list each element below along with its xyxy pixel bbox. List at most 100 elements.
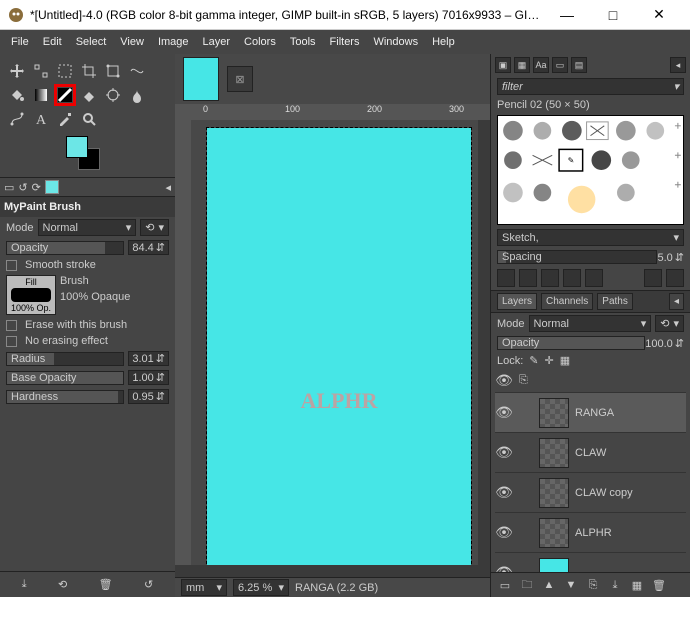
- zoom-dropdown[interactable]: 6.25 %: [233, 579, 289, 596]
- link-icon[interactable]: ⎘: [519, 374, 528, 387]
- visibility-icon[interactable]: 👁: [495, 564, 513, 572]
- layer-mode-reset[interactable]: ⟲: [655, 315, 684, 332]
- layer-name[interactable]: CLAW copy: [575, 487, 633, 499]
- spacing-value[interactable]: 5.0: [657, 251, 684, 264]
- brush-menu-icon[interactable]: [666, 269, 684, 287]
- raise-layer-icon[interactable]: ▲: [541, 577, 557, 593]
- layer-name[interactable]: ALPHR: [575, 527, 612, 539]
- tool-crop[interactable]: [78, 60, 100, 82]
- brush-filter-dropdown[interactable]: filter: [497, 78, 684, 95]
- visibility-icon[interactable]: 👁: [495, 524, 513, 541]
- reset-preset-icon[interactable]: ↺: [144, 578, 153, 591]
- undo-history-icon[interactable]: ↺: [18, 181, 27, 194]
- layer-name[interactable]: RANGA: [575, 407, 614, 419]
- menu-file[interactable]: File: [4, 36, 36, 48]
- mask-layer-icon[interactable]: ▦: [629, 577, 645, 593]
- layer-row[interactable]: 👁 ALPHR: [495, 513, 686, 553]
- del-brush-icon[interactable]: [563, 269, 581, 287]
- layer-row[interactable]: 👁 CLAW copy: [495, 473, 686, 513]
- menu-layer[interactable]: Layer: [196, 36, 238, 48]
- fonts-tab-icon[interactable]: Aa: [533, 57, 549, 73]
- patterns-tab-icon[interactable]: ▦: [514, 57, 530, 73]
- refresh-brush-icon[interactable]: [585, 269, 603, 287]
- menu-help[interactable]: Help: [425, 36, 462, 48]
- visibility-icon[interactable]: 👁: [495, 484, 513, 501]
- dup-brush-icon[interactable]: [541, 269, 559, 287]
- canvas-area[interactable]: ALPHR: [191, 120, 478, 565]
- layer-row[interactable]: 👁 RANGA: [495, 393, 686, 433]
- smooth-stroke-checkbox[interactable]: [6, 260, 17, 271]
- history-icon[interactable]: ⟳: [32, 181, 41, 194]
- new-group-icon[interactable]: 🗀: [519, 577, 535, 593]
- lock-pixels-icon[interactable]: ✎: [529, 354, 538, 367]
- doc-tab-icon[interactable]: ▤: [571, 57, 587, 73]
- tool-mypaint-brush[interactable]: [54, 84, 76, 106]
- tool-clone[interactable]: [102, 84, 124, 106]
- layer-name[interactable]: CLAW: [575, 447, 606, 459]
- save-preset-icon[interactable]: ⤓: [22, 578, 27, 591]
- lock-position-icon[interactable]: ✛: [545, 354, 554, 367]
- brush-grid[interactable]: ✎: [497, 115, 684, 225]
- tab-paths[interactable]: Paths: [597, 293, 633, 310]
- close-button[interactable]: ✕: [636, 0, 682, 30]
- menu-colors[interactable]: Colors: [237, 36, 283, 48]
- layer-row[interactable]: 👁 CLAW: [495, 433, 686, 473]
- opacity-slider[interactable]: Opacity: [6, 241, 124, 255]
- erase-checkbox[interactable]: [6, 320, 17, 331]
- layer-row[interactable]: 👁 ⎘: [495, 369, 686, 393]
- tool-transform[interactable]: [102, 60, 124, 82]
- new-layer-icon[interactable]: ▭: [497, 577, 513, 593]
- radius-slider[interactable]: Radius: [6, 352, 124, 366]
- menu-filters[interactable]: Filters: [323, 36, 367, 48]
- baseopacity-slider[interactable]: Base Opacity: [6, 371, 124, 385]
- color-swatches[interactable]: [66, 136, 106, 171]
- layer-row[interactable]: 👁: [495, 553, 686, 572]
- scrollbar-vertical[interactable]: [478, 120, 490, 565]
- tab-channels[interactable]: Channels: [541, 293, 593, 310]
- panel-menu-icon[interactable]: ◂: [165, 181, 171, 194]
- menu-edit[interactable]: Edit: [36, 36, 69, 48]
- fg-swatch-icon[interactable]: [45, 180, 59, 194]
- tool-smudge[interactable]: [126, 84, 148, 106]
- edit-brush-icon[interactable]: [497, 269, 515, 287]
- dup-layer-icon[interactable]: ⎘: [585, 577, 601, 593]
- tool-align[interactable]: [30, 60, 52, 82]
- menu-select[interactable]: Select: [69, 36, 114, 48]
- tool-zoom[interactable]: [78, 108, 100, 130]
- spacing-slider[interactable]: Spacing: [497, 250, 657, 264]
- mode-dropdown[interactable]: Normal: [38, 219, 137, 236]
- layers-panel-menu-icon[interactable]: ◂: [669, 293, 684, 310]
- radius-value[interactable]: 3.01: [128, 351, 169, 366]
- delete-layer-icon[interactable]: 🗑: [651, 577, 667, 593]
- tool-warp[interactable]: [126, 60, 148, 82]
- panel-menu-icon[interactable]: ◂: [670, 57, 686, 73]
- mode-reset-button[interactable]: ⟲: [140, 219, 169, 236]
- baseopacity-value[interactable]: 1.00: [128, 370, 169, 385]
- hardness-slider[interactable]: Hardness: [6, 390, 124, 404]
- maximize-button[interactable]: □: [590, 0, 636, 30]
- foreground-color[interactable]: [66, 136, 88, 158]
- menu-image[interactable]: Image: [151, 36, 196, 48]
- menu-tools[interactable]: Tools: [283, 36, 323, 48]
- tool-bucket[interactable]: [6, 84, 28, 106]
- menu-windows[interactable]: Windows: [366, 36, 425, 48]
- unit-dropdown[interactable]: mm: [181, 579, 227, 596]
- brush-preview[interactable]: Fill 100% Op.: [6, 275, 56, 315]
- tool-rect-select[interactable]: [54, 60, 76, 82]
- tool-text[interactable]: A: [30, 108, 52, 130]
- tab-layers[interactable]: Layers: [497, 293, 537, 310]
- tool-move[interactable]: [6, 60, 28, 82]
- new-brush-icon[interactable]: [519, 269, 537, 287]
- brush-preset-dropdown[interactable]: Sketch,: [497, 229, 684, 246]
- brushes-tab-icon[interactable]: ▣: [495, 57, 511, 73]
- minimize-button[interactable]: —: [544, 0, 590, 30]
- layer-mode-dropdown[interactable]: Normal: [529, 315, 652, 332]
- scrollbar-horizontal[interactable]: [175, 565, 490, 577]
- lock-alpha-icon[interactable]: ▦: [560, 354, 570, 367]
- menu-view[interactable]: View: [113, 36, 151, 48]
- layer-opacity-value[interactable]: 100.0: [645, 337, 684, 350]
- history-tab-icon[interactable]: ▭: [552, 57, 568, 73]
- options-icon[interactable]: ▭: [4, 181, 14, 194]
- tool-color-picker[interactable]: [54, 108, 76, 130]
- tool-path[interactable]: [6, 108, 28, 130]
